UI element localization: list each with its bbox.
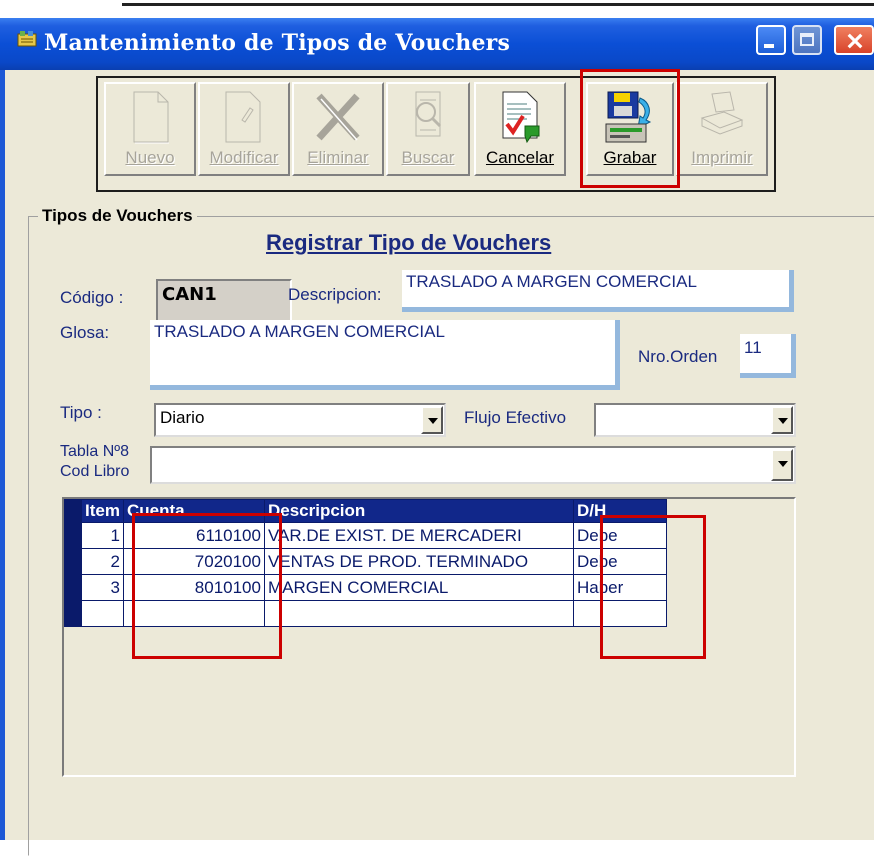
col-item-header[interactable]: Item: [81, 499, 124, 523]
chevron-down-icon[interactable]: [771, 406, 793, 434]
nro-orden-label: Nro.Orden: [638, 347, 718, 366]
nuevo-button[interactable]: Nuevo: [104, 82, 196, 176]
highlight-grabar: [580, 69, 680, 188]
flujo-efectivo-label: Flujo Efectivo: [464, 408, 567, 427]
cancelar-button[interactable]: Cancelar: [474, 82, 566, 176]
descripcion-field[interactable]: TRASLADO A MARGEN COMERCIAL: [402, 270, 794, 312]
maximize-icon: [800, 33, 814, 46]
cancel-document-icon: [502, 91, 540, 144]
descripcion-cell[interactable]: MARGEN COMERCIAL: [263, 574, 574, 601]
row-selector[interactable]: [64, 522, 82, 549]
row-selector-header: [64, 499, 82, 523]
modificar-label: Modificar: [209, 148, 279, 167]
item-cell[interactable]: 3: [81, 574, 124, 601]
descripcion-cell[interactable]: VAR.DE EXIST. DE MERCADERI: [263, 522, 574, 549]
buscar-button[interactable]: Buscar: [386, 82, 470, 176]
close-button[interactable]: [834, 25, 874, 55]
modificar-button[interactable]: Modificar: [198, 82, 290, 176]
printer-icon: [700, 91, 744, 135]
cod-libro-select[interactable]: [150, 446, 796, 484]
new-document-icon: [133, 91, 169, 144]
codigo-field[interactable]: CAN1: [156, 279, 292, 323]
minimize-icon: [764, 44, 774, 48]
nro-orden-field[interactable]: 11: [740, 334, 796, 378]
chevron-down-icon[interactable]: [421, 406, 443, 434]
eliminar-label: Eliminar: [307, 148, 369, 167]
delete-icon: [316, 93, 360, 141]
search-icon: [415, 91, 442, 137]
glosa-label: Glosa:: [60, 323, 110, 342]
buscar-label: Buscar: [401, 148, 455, 167]
row-selector[interactable]: [64, 600, 82, 627]
minimize-button[interactable]: [756, 25, 786, 55]
row-selector[interactable]: [64, 574, 82, 601]
tabla-label-line1: Tabla Nº8: [60, 443, 129, 460]
maximize-button[interactable]: [792, 25, 822, 55]
codigo-label: Código :: [60, 288, 124, 307]
close-icon: [847, 33, 863, 49]
group-title: Tipos de Vouchers: [38, 206, 197, 226]
item-cell[interactable]: [81, 600, 124, 627]
descripcion-cell[interactable]: [263, 600, 574, 627]
cancelar-label: Cancelar: [485, 148, 555, 167]
nuevo-label: Nuevo: [125, 148, 175, 167]
item-cell[interactable]: 1: [81, 522, 124, 549]
tipo-value: Diario: [160, 408, 205, 427]
highlight-cuenta-column: [132, 513, 282, 659]
form-title: Registrar Tipo de Vouchers: [266, 230, 552, 255]
window-border: [0, 70, 5, 840]
chevron-down-icon[interactable]: [771, 449, 793, 481]
imprimir-label: Imprimir: [691, 148, 753, 167]
highlight-dh-column: [600, 515, 706, 659]
descripcion-cell[interactable]: VENTAS DE PROD. TERMINADO: [263, 548, 574, 575]
tipo-select[interactable]: Diario: [154, 403, 446, 437]
edit-icon: [225, 91, 261, 143]
window-title: Mantenimiento de Tipos de Vouchers: [44, 30, 511, 56]
tipo-label: Tipo :: [60, 403, 102, 422]
eliminar-button[interactable]: Eliminar: [292, 82, 384, 176]
descripcion-label: Descripcion:: [288, 285, 382, 304]
item-cell[interactable]: 2: [81, 548, 124, 575]
col-descripcion-header[interactable]: Descripcion: [263, 499, 574, 523]
tabla-label-line2: Cod Libro: [60, 463, 130, 480]
glosa-field[interactable]: TRASLADO A MARGEN COMERCIAL: [150, 320, 620, 390]
row-selector[interactable]: [64, 548, 82, 575]
flujo-efectivo-select[interactable]: [594, 403, 796, 437]
imprimir-button[interactable]: Imprimir: [676, 82, 768, 176]
app-icon: [17, 31, 37, 47]
